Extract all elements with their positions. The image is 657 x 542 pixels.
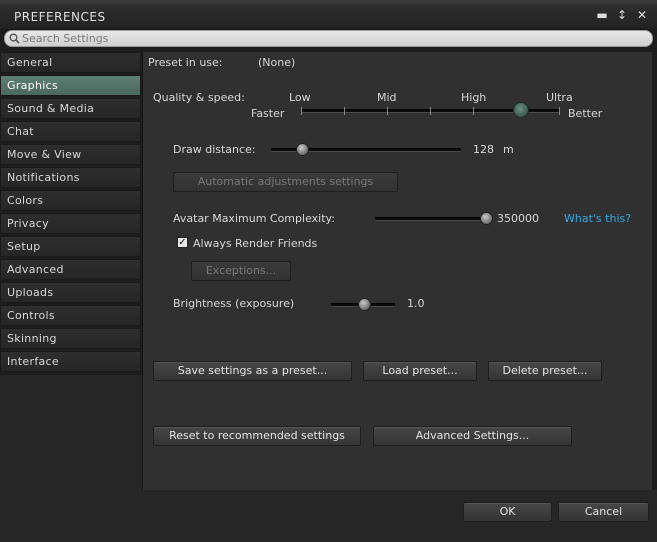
sidebar-item-sound-media[interactable]: Sound & Media [0,98,141,119]
close-icon[interactable]: ✕ [635,8,649,22]
preset-label: Preset in use: [148,56,223,69]
sidebar-item-interface[interactable]: Interface [0,351,141,372]
graphics-panel: Preset in use: (None) Quality & speed: L… [142,52,652,490]
preset-value: (None) [258,56,296,69]
quality-tick [430,107,431,115]
better-label: Better [568,107,603,120]
always-render-friends-checkbox[interactable]: ✓ [177,237,188,248]
sidebar-item-setup[interactable]: Setup [0,236,141,257]
sidebar-item-advanced[interactable]: Advanced [0,259,141,280]
avatar-complexity-slider-knob[interactable] [479,212,493,225]
draw-distance-unit: m [503,143,514,156]
sidebar-item-colors[interactable]: Colors [0,190,141,211]
save-preset-button[interactable]: Save settings as a preset... [153,361,352,381]
quality-level-ultra: Ultra [546,91,573,104]
reset-recommended-button[interactable]: Reset to recommended settings [153,426,361,446]
whats-this-link[interactable]: What's this? [564,212,631,225]
avatar-complexity-label: Avatar Maximum Complexity: [173,212,335,225]
search-bar[interactable] [4,30,653,47]
quality-level-high: High [461,91,487,104]
window-title: PREFERENCES [14,10,106,24]
quality-tick [344,107,345,115]
search-input[interactable] [22,31,642,46]
sidebar-item-notifications[interactable]: Notifications [0,167,141,188]
quality-tick [387,107,388,115]
quality-speed-label: Quality & speed: [153,91,245,104]
sidebar-item-chat[interactable]: Chat [0,121,141,142]
faster-label: Faster [251,107,285,120]
automatic-adjustments-button[interactable]: Automatic adjustments settings [173,172,398,192]
draw-distance-slider-knob[interactable] [296,143,310,156]
search-icon [9,33,20,44]
sidebar-item-move-view[interactable]: Move & View [0,144,141,165]
ok-button[interactable]: OK [463,502,552,522]
sidebar: General Graphics Sound & Media Chat Move… [0,52,142,374]
brightness-label: Brightness (exposure) [173,297,295,310]
sidebar-empty-area [0,375,142,490]
avatar-complexity-value: 350000 [497,212,539,225]
always-render-friends-label: Always Render Friends [193,237,318,250]
footer: OK Cancel [0,490,657,542]
draw-distance-label: Draw distance: [173,143,256,156]
quality-level-mid: Mid [377,91,397,104]
sidebar-item-skinning[interactable]: Skinning [0,328,141,349]
sidebar-item-privacy[interactable]: Privacy [0,213,141,234]
title-bar-icons: ▬ ↕ ✕ [595,8,649,22]
exceptions-button[interactable]: Exceptions... [191,261,291,281]
avatar-complexity-slider-track[interactable] [375,217,487,221]
sidebar-item-uploads[interactable]: Uploads [0,282,141,303]
brightness-slider-knob[interactable] [357,298,371,311]
quality-level-low: Low [289,91,311,104]
minimize-icon[interactable]: ▬ [595,8,609,22]
sidebar-item-general[interactable]: General [0,52,141,73]
pin-icon[interactable]: ↕ [615,8,629,22]
quality-tick [559,107,560,115]
advanced-settings-button[interactable]: Advanced Settings... [373,426,572,446]
quality-tick [473,107,474,115]
checkmark-icon: ✓ [178,237,187,248]
load-preset-button[interactable]: Load preset... [363,361,477,381]
brightness-value: 1.0 [407,297,425,310]
title-bar[interactable]: PREFERENCES ▬ ↕ ✕ [0,4,657,28]
quality-slider-knob[interactable] [513,102,530,118]
draw-distance-value: 128 [473,143,494,156]
sidebar-item-controls[interactable]: Controls [0,305,141,326]
cancel-button[interactable]: Cancel [558,502,649,522]
sidebar-item-graphics[interactable]: Graphics [0,75,141,96]
delete-preset-button[interactable]: Delete preset... [488,361,602,381]
quality-tick [301,107,302,115]
